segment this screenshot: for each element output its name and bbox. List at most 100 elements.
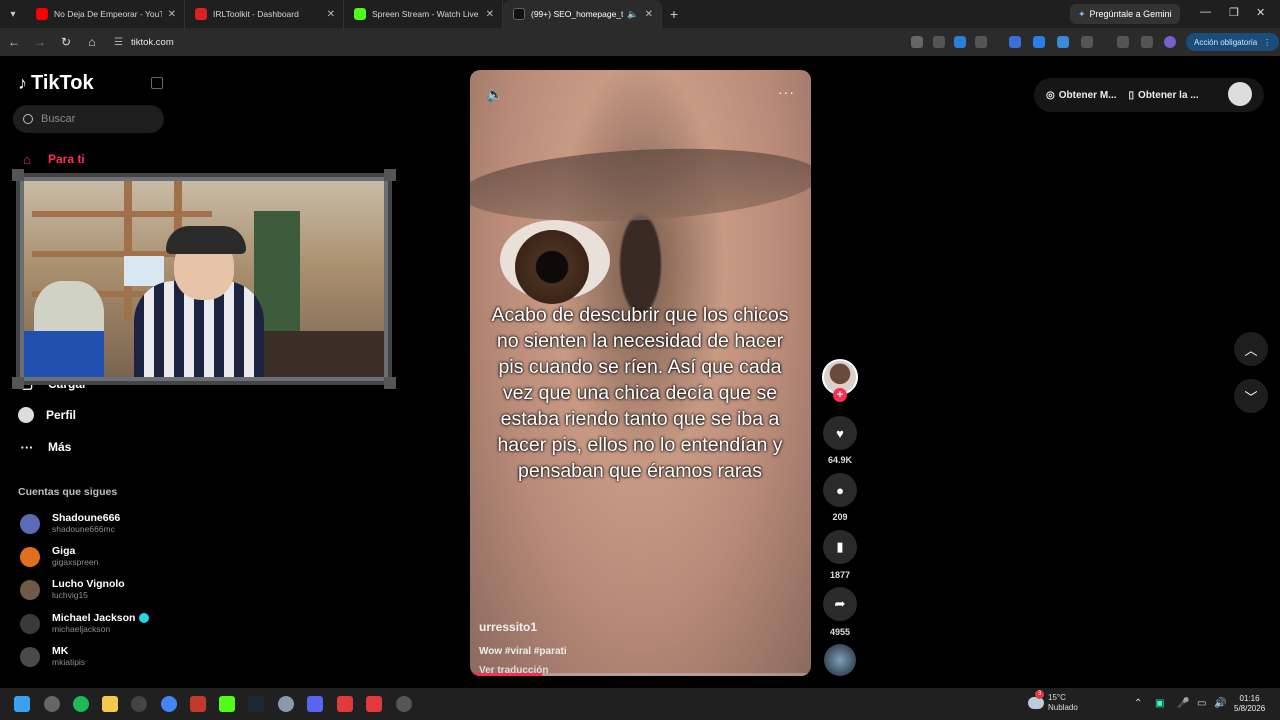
video-caption: Acabo de descubrir que los chicos no sie…	[491, 304, 789, 482]
extensions-puzzle-icon[interactable]	[1081, 36, 1093, 48]
windows-start-icon[interactable]	[14, 696, 30, 712]
tray-overflow-icon[interactable]: ⌃	[1134, 698, 1142, 709]
webcam-video	[24, 181, 384, 377]
url-text: tiktok.com	[130, 36, 174, 48]
gemini-button[interactable]: ✦ Pregúntale a Gemini	[1070, 4, 1180, 24]
volume-icon[interactable]: 🔈	[486, 86, 503, 103]
app-icon[interactable]	[190, 696, 206, 712]
media-control-icon[interactable]	[1141, 36, 1153, 48]
account-action-button[interactable]: Acción obligatoria ⋮	[1186, 33, 1280, 51]
save-button[interactable]: ▮	[823, 530, 857, 564]
profile-icon	[18, 407, 34, 423]
account-handle: michaeljackson	[52, 624, 111, 634]
app-icon[interactable]	[337, 696, 353, 712]
close-icon[interactable]: ✕	[645, 9, 653, 20]
get-desktop-button[interactable]: ▯ Obtener la ...	[1129, 90, 1199, 101]
restore-button[interactable]: ❐	[1229, 6, 1239, 19]
install-app-icon[interactable]	[954, 36, 966, 48]
account-handle: gigaxspreen	[52, 557, 99, 567]
tab-search-icon[interactable]: ▾	[0, 0, 26, 28]
nav-label: Perfil	[46, 408, 77, 422]
discord-icon[interactable]	[307, 696, 323, 712]
kick-icon	[354, 8, 366, 20]
following-account[interactable]: Lucho Vignolo luchvig15	[20, 578, 125, 601]
close-window-button[interactable]: ✕	[1256, 6, 1265, 19]
more-icon: ···	[20, 439, 34, 455]
sidebar-item-mas[interactable]: ··· Más	[18, 436, 72, 458]
following-account[interactable]: Giga gigaxspreen	[20, 545, 98, 568]
app-icon[interactable]	[396, 696, 412, 712]
more-options-icon[interactable]: ···	[778, 84, 795, 100]
translate-icon[interactable]	[911, 36, 923, 48]
extension-icon[interactable]	[1057, 36, 1069, 48]
speaker-icon[interactable]: 🔈	[627, 9, 638, 20]
kick-icon[interactable]	[219, 696, 235, 712]
video-description[interactable]: Wow #viral #parati	[479, 646, 567, 657]
bookmark-icon: ▮	[836, 539, 844, 554]
network-icon[interactable]: ▭	[1197, 698, 1206, 709]
get-app-button[interactable]: ◎ Obtener M...	[1046, 90, 1117, 101]
next-video-button[interactable]: ﹀	[1234, 379, 1268, 413]
steam-icon[interactable]	[248, 696, 264, 712]
speaker-icon[interactable]: 🔊	[1214, 698, 1226, 709]
file-explorer-icon[interactable]	[102, 696, 118, 712]
profile-avatar-icon[interactable]	[1164, 36, 1176, 48]
music-disc-icon[interactable]	[824, 644, 856, 676]
following-account[interactable]: Shadoune666 shadoune666mc	[20, 512, 120, 535]
tray-app-icon[interactable]: ▣	[1155, 698, 1164, 709]
minimize-button[interactable]: —	[1200, 6, 1211, 18]
user-avatar[interactable]	[1228, 82, 1252, 106]
video-author[interactable]: urressito1	[479, 620, 537, 634]
follow-plus-icon[interactable]: +	[833, 388, 847, 402]
weather-widget[interactable]: 15°C Nublado 3	[1028, 690, 1078, 713]
zoom-icon[interactable]	[933, 36, 945, 48]
tab-youtube[interactable]: No Deja De Empeorar - YouTube ✕	[26, 0, 185, 28]
sidebar-item-para-ti[interactable]: ⌂ Para ti	[18, 148, 85, 170]
new-tab-button[interactable]: +	[662, 6, 686, 22]
collapse-sidebar-icon[interactable]	[151, 77, 163, 89]
settings-icon[interactable]	[278, 696, 294, 712]
back-button[interactable]: ←	[2, 35, 26, 49]
video-player[interactable]: 🔈 ··· Acabo de descubrir que los chicos …	[470, 70, 811, 676]
sidebar-item-perfil[interactable]: Perfil	[18, 404, 76, 426]
share-count: 4955	[829, 627, 851, 637]
app-icon[interactable]	[44, 696, 60, 712]
tab-kick[interactable]: Spreen Stream - Watch Live on ✕	[344, 0, 503, 28]
like-button[interactable]: ♥	[823, 416, 857, 450]
video-progress-fill	[470, 673, 542, 676]
address-bar[interactable]: ☰ tiktok.com	[104, 31, 999, 53]
account-name: Shadoune666	[52, 512, 121, 524]
close-icon[interactable]: ✕	[486, 9, 494, 20]
app-icon[interactable]	[131, 696, 147, 712]
site-info-icon[interactable]: ☰	[114, 37, 123, 48]
reload-button[interactable]: ↻	[54, 35, 78, 49]
weather-badge: 3	[1035, 690, 1044, 699]
bookmark-star-icon[interactable]	[975, 36, 987, 48]
close-icon[interactable]: ✕	[168, 9, 176, 20]
search-input[interactable]: Buscar	[13, 105, 164, 133]
video-progress-bar[interactable]	[470, 673, 811, 676]
following-account[interactable]: MK mkiatipis	[20, 645, 85, 668]
spotify-icon[interactable]	[73, 696, 89, 712]
tab-irltoolkit[interactable]: IRLToolkit - Dashboard ✕	[185, 0, 344, 28]
chrome-icon[interactable]	[161, 696, 177, 712]
nav-label: Más	[48, 440, 72, 454]
share-button[interactable]: ➦	[823, 587, 857, 621]
share-icon: ➦	[834, 596, 846, 611]
tab-title: IRLToolkit - Dashboard	[213, 9, 299, 19]
microphone-icon[interactable]: 🎤	[1177, 698, 1189, 709]
extension-icon[interactable]	[1009, 36, 1021, 48]
tab-tiktok[interactable]: (99+) SEO_homepage_title 🔈 ✕	[503, 0, 662, 28]
tiktok-logo[interactable]: ♪ TikTok	[18, 72, 94, 95]
home-button[interactable]: ⌂	[80, 35, 104, 49]
forward-button[interactable]: →	[28, 35, 52, 49]
system-clock[interactable]: 01:16 5/8/2026	[1234, 694, 1265, 714]
previous-video-button[interactable]: ︿	[1234, 332, 1268, 366]
downloads-icon[interactable]	[1117, 36, 1129, 48]
close-icon[interactable]: ✕	[327, 9, 335, 20]
app-icon[interactable]	[366, 696, 382, 712]
following-account[interactable]: Michael Jackson michaeljackson	[20, 612, 150, 635]
comment-button[interactable]: ●	[823, 473, 857, 507]
extension-icon[interactable]	[1033, 36, 1045, 48]
gemini-label: Pregúntale a Gemini	[1089, 9, 1172, 19]
